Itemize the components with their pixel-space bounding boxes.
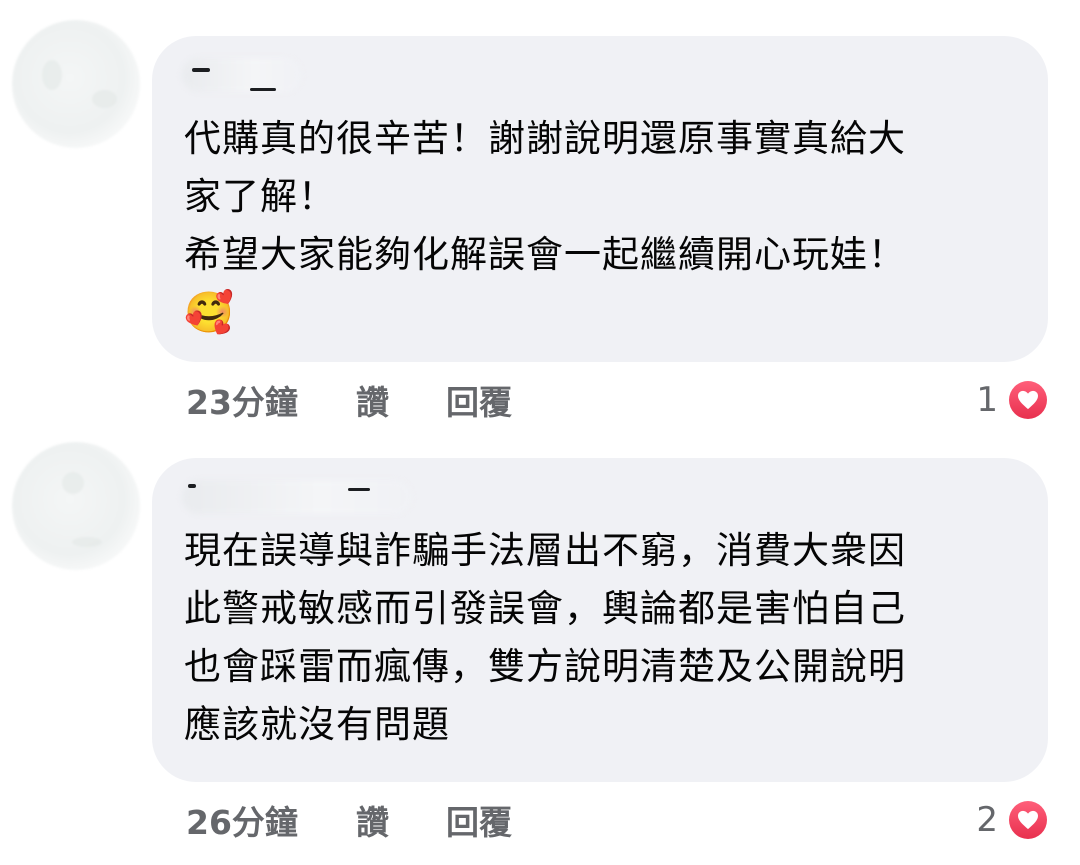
like-button[interactable]: 讚 [356, 796, 446, 844]
comment-bubble: 現在誤導與詐騙手法層出不窮，消費大衆因 此警戒敏感而引發誤會，輿論都是害怕自己 … [152, 458, 1048, 782]
avatar[interactable] [12, 20, 140, 148]
smiling-face-with-hearts-emoji: 🥰 [184, 290, 235, 336]
commenter-name-redacted[interactable] [182, 58, 302, 92]
commenter-name-mark [348, 488, 370, 491]
comment-line: 現在誤導與詐騙手法層出不窮，消費大衆因 [184, 529, 906, 572]
comment-line: 希望大家能夠化解誤會一起繼續開心玩娃！ [184, 233, 906, 276]
comment-line: 此警戒敏感而引發誤會，輿論都是害怕自己 [184, 587, 906, 630]
like-button[interactable]: 讚 [356, 376, 446, 424]
commenter-name-mark [192, 68, 210, 72]
avatar[interactable] [12, 442, 140, 570]
reply-button[interactable]: 回覆 [446, 376, 556, 424]
heart-icon [1006, 378, 1050, 422]
reaction-count: 1 [976, 380, 998, 420]
comment-actions: 26分鐘 讚 回覆 [186, 796, 556, 844]
commenter-name-redacted[interactable] [182, 480, 412, 514]
reaction-summary[interactable]: 2 [976, 796, 1050, 844]
comment-line: 代購真的很辛苦！謝謝說明還原事實真給大 [184, 117, 906, 160]
reaction-count: 2 [976, 800, 998, 840]
commenter-name-mark [250, 88, 276, 91]
comment-text: 代購真的很辛苦！謝謝說明還原事實真給大 家了解！ 希望大家能夠化解誤會一起繼續開… [184, 110, 996, 343]
comment-line: 也會踩雷而瘋傳，雙方說明清楚及公開說明 [184, 645, 906, 688]
comment-text: 現在誤導與詐騙手法層出不窮，消費大衆因 此警戒敏感而引發誤會，輿論都是害怕自己 … [184, 522, 996, 754]
comment-line: 應該就沒有問題 [184, 703, 450, 746]
comment-bubble: 代購真的很辛苦！謝謝說明還原事實真給大 家了解！ 希望大家能夠化解誤會一起繼續開… [152, 36, 1048, 362]
comment-timestamp[interactable]: 23分鐘 [186, 376, 356, 424]
comment-timestamp[interactable]: 26分鐘 [186, 796, 356, 844]
commenter-name-mark [188, 484, 196, 488]
comment-line: 家了解！ [184, 175, 336, 218]
reaction-summary[interactable]: 1 [976, 376, 1050, 424]
reply-button[interactable]: 回覆 [446, 796, 556, 844]
comment-actions: 23分鐘 讚 回覆 [186, 376, 556, 424]
heart-icon [1006, 798, 1050, 842]
